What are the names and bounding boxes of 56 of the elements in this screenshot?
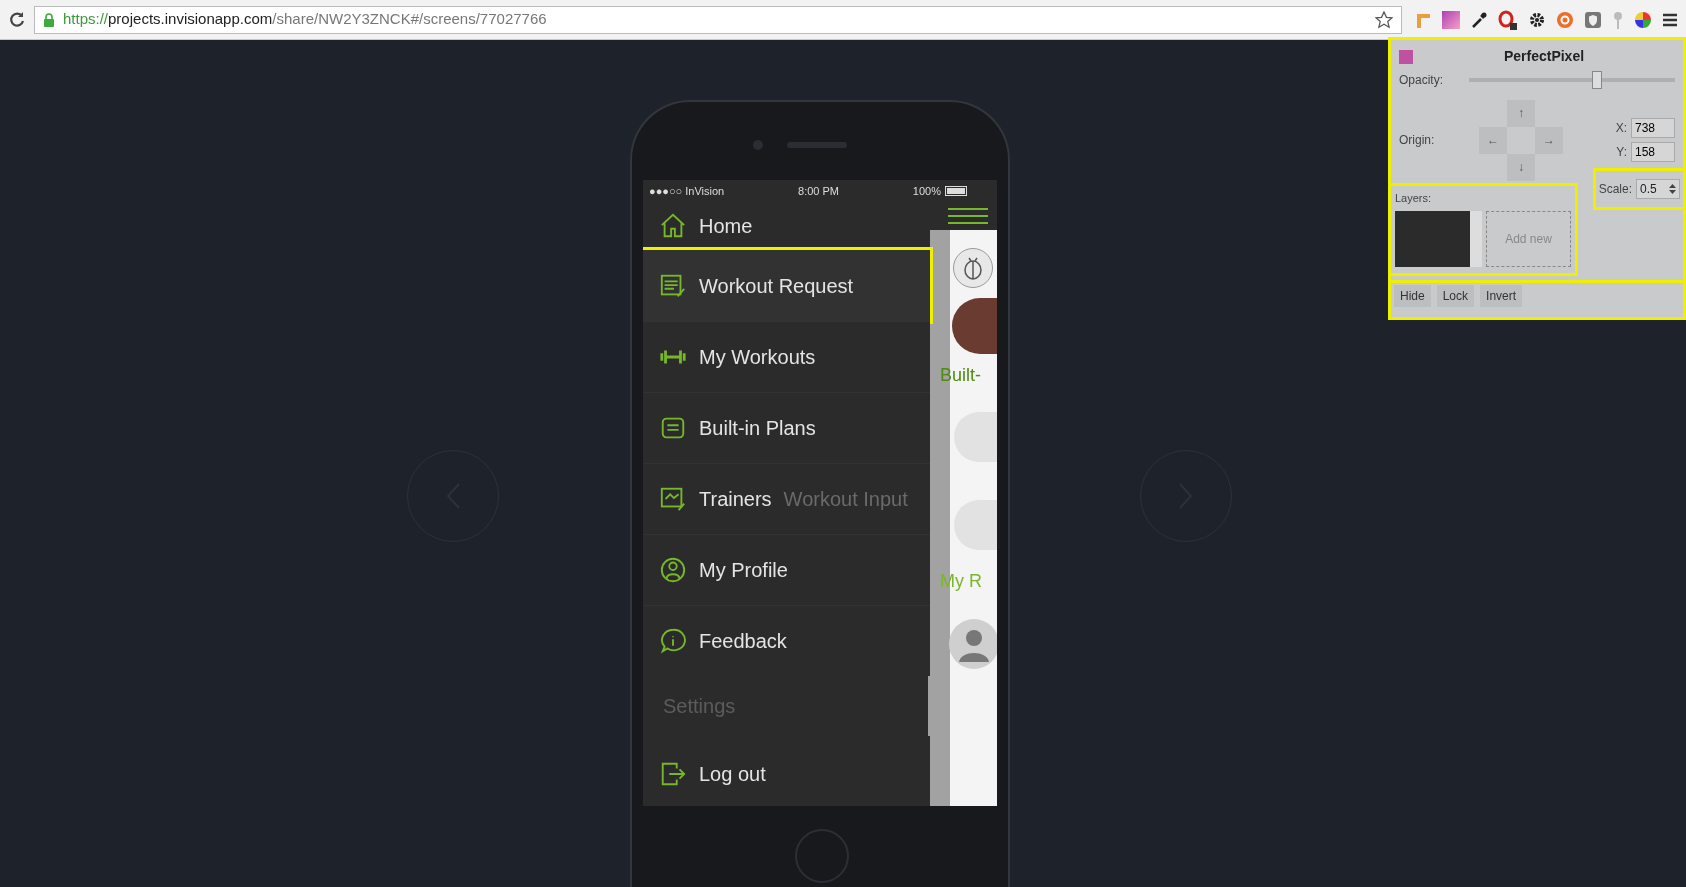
menu-item[interactable]: My Workouts — [643, 321, 930, 392]
house-icon — [659, 212, 687, 240]
gear-icon[interactable] — [1528, 10, 1546, 29]
origin-label: Origin: — [1399, 132, 1436, 149]
star-icon[interactable] — [1375, 10, 1393, 29]
menu-item[interactable]: Trainers Workout Input — [643, 463, 930, 534]
slider-thumb[interactable] — [1591, 71, 1602, 89]
ring-icon[interactable] — [1498, 9, 1518, 30]
info-bubble-icon — [659, 627, 687, 655]
panel-button[interactable]: Invert — [1480, 285, 1523, 307]
faded-text: Workout Input — [783, 487, 908, 512]
exit-icon — [659, 760, 687, 788]
panel-title: PerfectPixel — [1502, 47, 1586, 66]
list-pencil-icon — [659, 272, 687, 300]
panel-button[interactable]: Hide — [1394, 285, 1431, 307]
field-label: X: — [1615, 120, 1627, 137]
avatar-silhouette — [948, 618, 997, 670]
arrow-button[interactable]: ↑ — [1507, 99, 1535, 127]
x-field[interactable]: 738 — [1631, 118, 1675, 138]
carrier-text: ●●●○○ InVision — [649, 183, 725, 199]
gradient-square-icon[interactable] — [1442, 10, 1460, 29]
battery-icon — [945, 186, 967, 196]
hamburger-icon[interactable] — [948, 206, 988, 226]
field-label: Y: — [1616, 144, 1627, 161]
color-wheel-icon[interactable] — [1634, 10, 1652, 29]
layers-label: Layers: — [1395, 191, 1433, 206]
menu-item[interactable]: Built-in Plans — [643, 392, 930, 463]
person-icon — [659, 556, 687, 584]
menu-item[interactable]: My Profile — [643, 534, 930, 605]
arrow-button[interactable]: ← — [1479, 126, 1507, 154]
opacity-label: Opacity: — [1399, 72, 1444, 89]
chart-pencil-icon — [659, 485, 687, 513]
arrow-button[interactable]: ↓ — [1507, 153, 1535, 181]
menu-icon[interactable] — [1662, 11, 1678, 28]
scale-field[interactable]: 0.5 — [1636, 179, 1680, 199]
lifebuoy-icon[interactable] — [1556, 10, 1574, 29]
lock-icon — [43, 12, 55, 27]
arrow-button[interactable]: → — [1535, 126, 1563, 154]
spinner-icon[interactable] — [1669, 184, 1676, 194]
menu-item[interactable]: Feedback — [643, 605, 930, 676]
panel-button[interactable]: Lock — [1436, 285, 1475, 307]
time-text: 8:00 PM — [798, 183, 839, 199]
scale-label: Scale: — [1598, 181, 1632, 198]
shield-icon[interactable] — [1584, 10, 1602, 29]
url-text: https://projects.invisionapp.com/share/NW2Y3ZNCK#/screens/77027766 — [63, 9, 547, 30]
reload-icon[interactable] — [8, 10, 26, 29]
y-field[interactable]: 158 — [1631, 142, 1675, 162]
battery-text: 100% — [912, 183, 941, 199]
menu-item[interactable]: Workout Request — [643, 250, 930, 321]
address-bar[interactable]: https://projects.invisionapp.com/share/NW2Y3ZNCK#/screens/77027766 — [34, 5, 1402, 34]
section-label: Built- — [940, 364, 981, 387]
color-swatch — [1399, 49, 1413, 64]
section-label: My R — [940, 570, 982, 593]
layer-thumbnail[interactable] — [1395, 210, 1483, 267]
opacity-slider[interactable] — [1469, 71, 1675, 89]
eyedropper-icon[interactable] — [1470, 10, 1488, 29]
